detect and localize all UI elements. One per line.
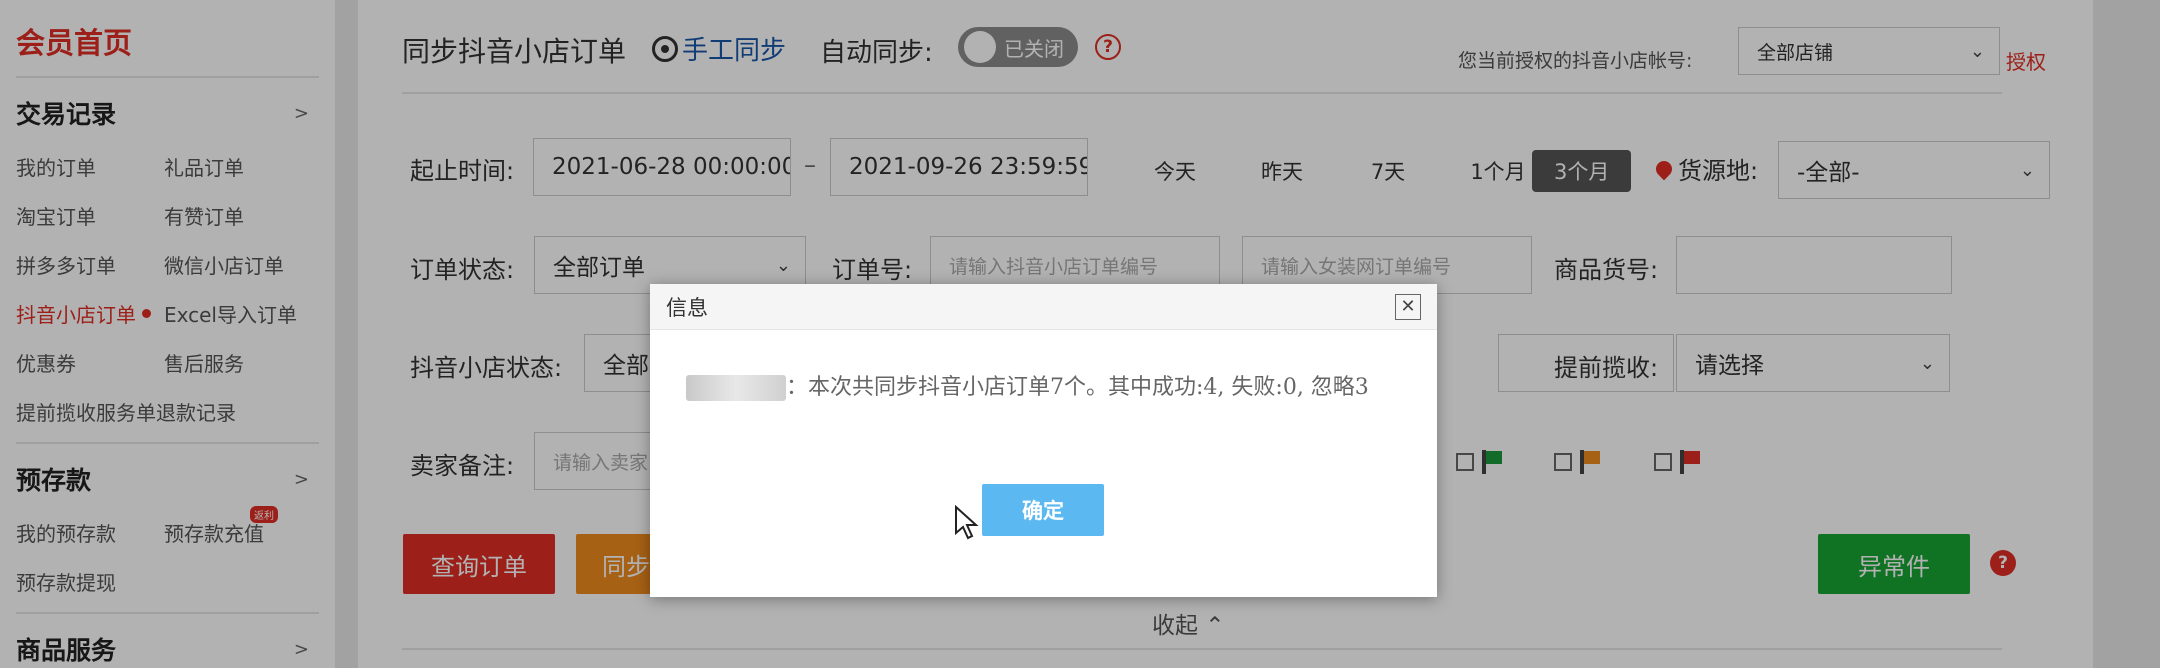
dialog-title: 信息 <box>666 295 708 320</box>
dialog-header: 信息 ✕ <box>650 284 1437 330</box>
ok-button[interactable]: 确定 <box>982 484 1104 536</box>
close-icon[interactable]: ✕ <box>1395 293 1421 320</box>
mouse-cursor-icon <box>955 505 979 540</box>
redacted-username <box>686 375 786 401</box>
info-dialog: 信息 ✕ ：本次共同步抖音小店订单7个。其中成功:4, 失败:0, 忽略3 确定 <box>650 284 1437 597</box>
dialog-message: 本次共同步抖音小店订单7个。其中成功:4, 失败:0, 忽略3 <box>808 375 1369 400</box>
